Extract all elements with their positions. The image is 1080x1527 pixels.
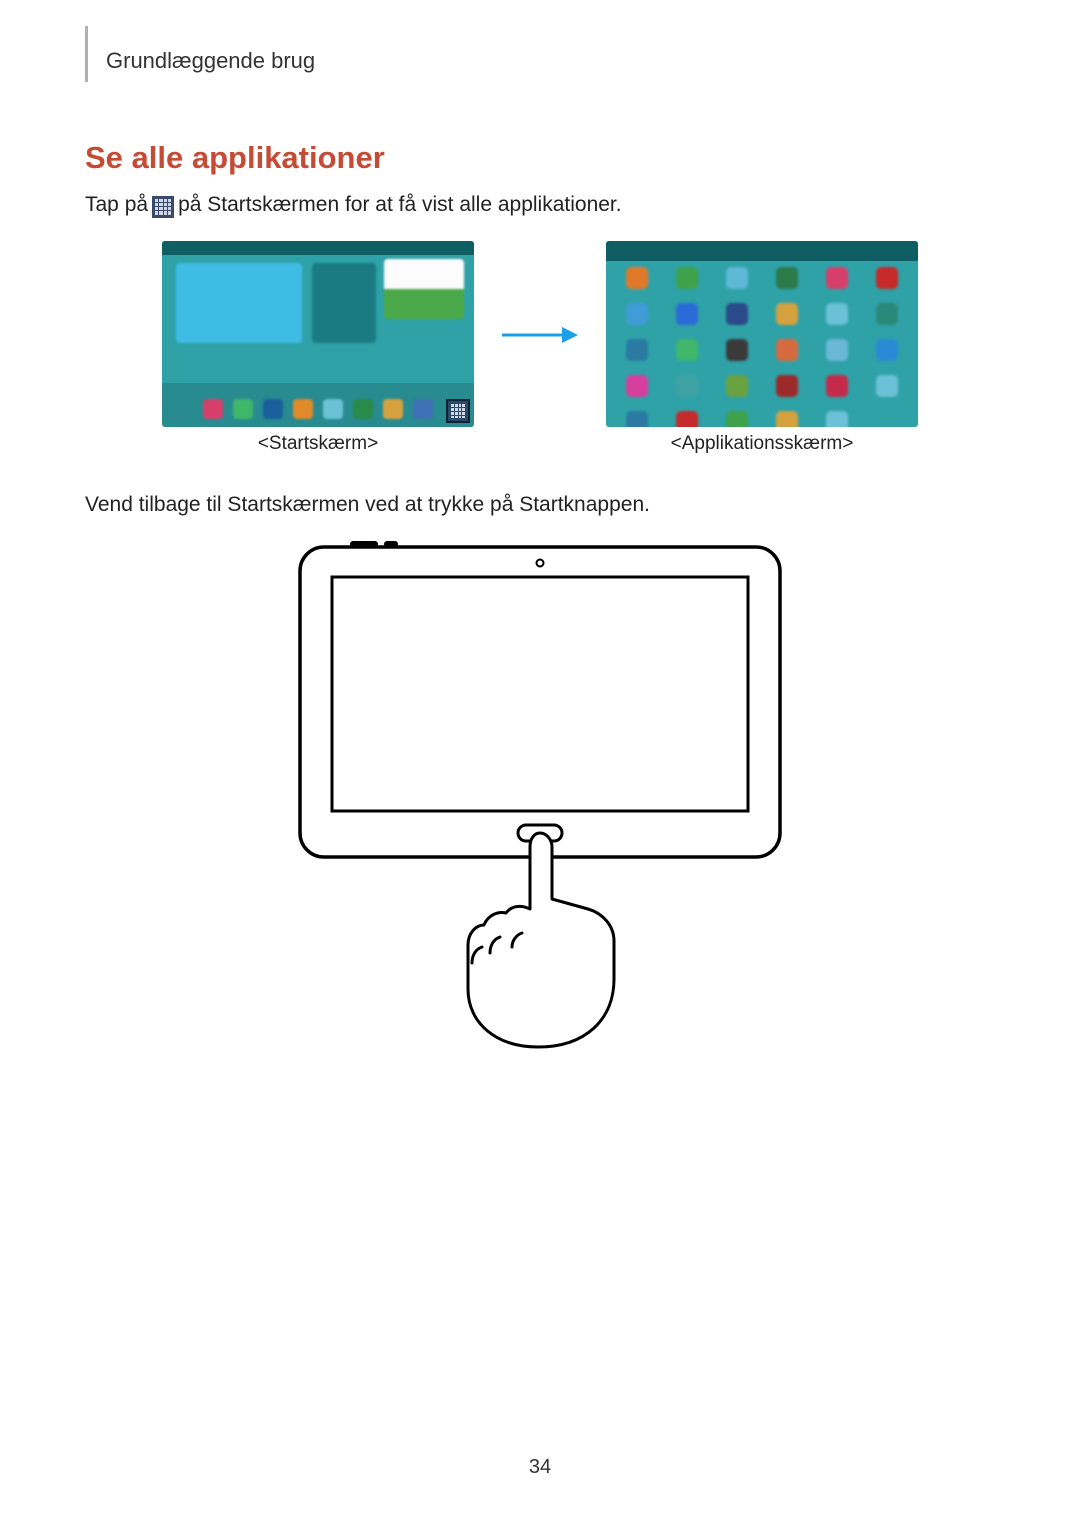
- home-caption: <Startskærm>: [258, 433, 378, 455]
- arrow-icon: [492, 323, 588, 352]
- paragraph-2: Vend tilbage til Startskærmen ved at try…: [85, 493, 995, 517]
- breadcrumb: Grundlæggende brug: [106, 48, 315, 74]
- paragraph-1: Tap på på Startskærmen for at få vist al…: [85, 190, 995, 219]
- para1-pre: Tap på: [85, 190, 148, 219]
- page-header: Grundlæggende brug: [85, 40, 995, 82]
- apps-grid-icon: [152, 196, 174, 218]
- screens-row: <Startskærm> <Applikationsskærm>: [85, 241, 995, 455]
- apps-screen-illustration: [606, 241, 918, 427]
- home-screen-illustration: [162, 241, 474, 427]
- apps-button-highlight: [446, 399, 470, 423]
- section-title: Se alle applikationer: [85, 140, 995, 176]
- para1-post: på Startskærmen for at få vist alle appl…: [178, 190, 622, 219]
- header-rule: [85, 26, 88, 82]
- page-number: 34: [0, 1456, 1080, 1479]
- tablet-illustration: [85, 533, 995, 1053]
- apps-caption: <Applikationsskærm>: [671, 433, 854, 455]
